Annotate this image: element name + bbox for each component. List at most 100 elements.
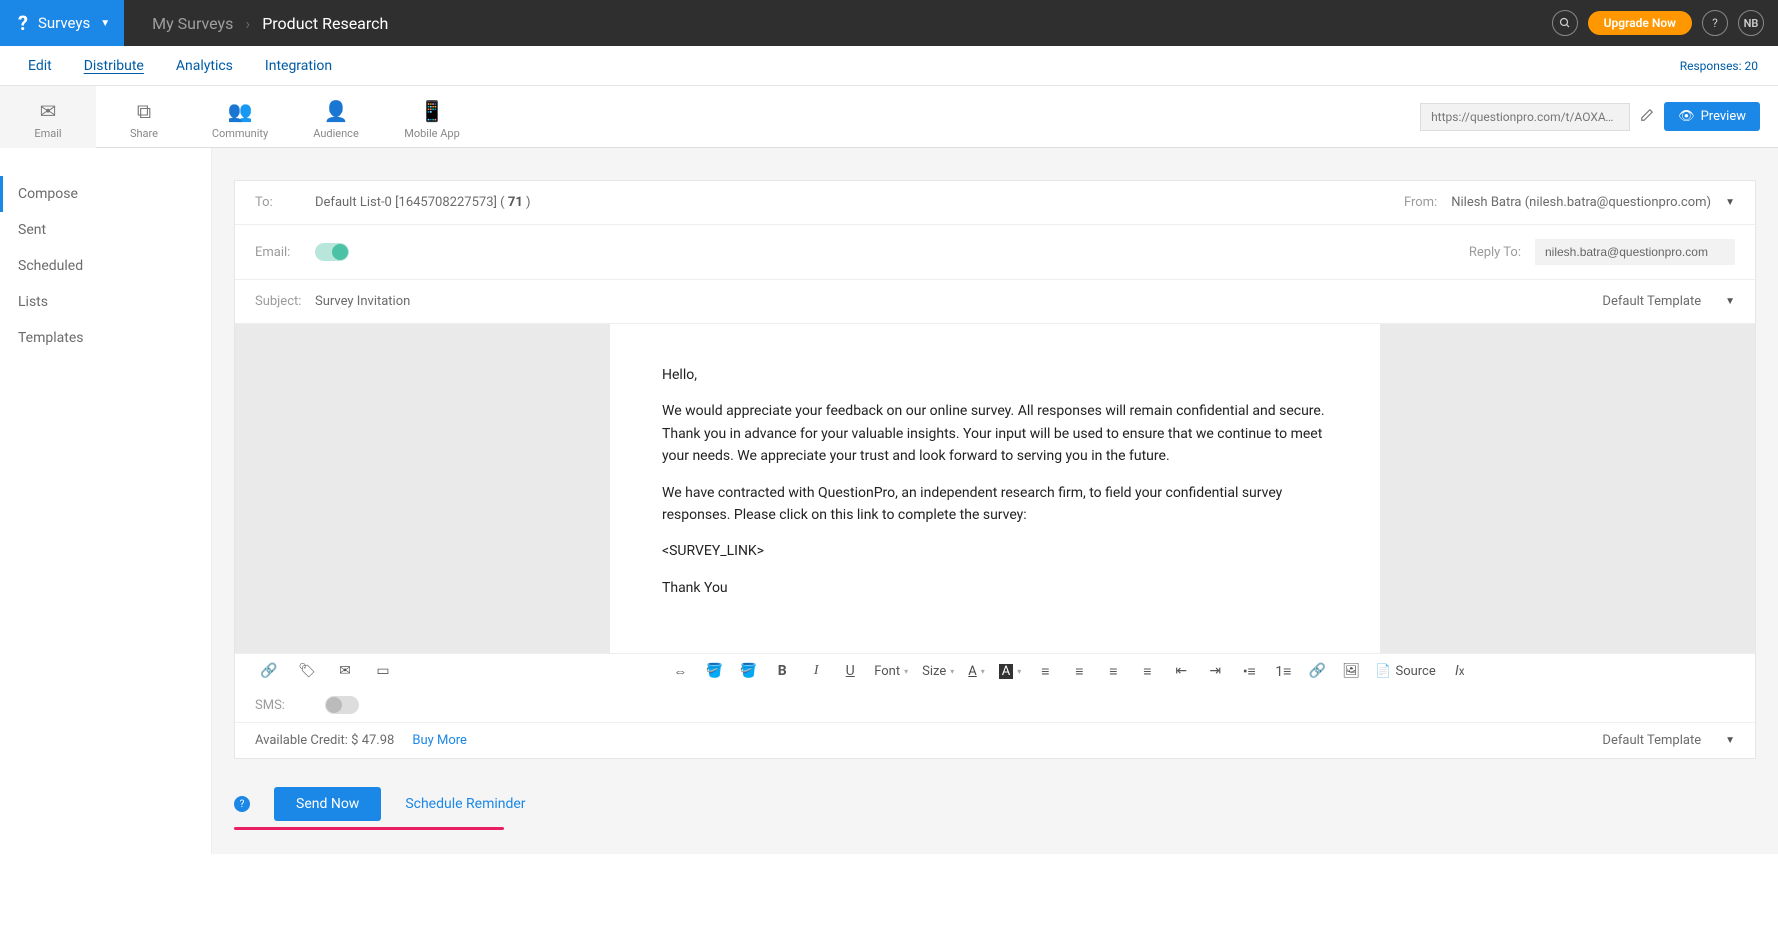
bg-color-dropdown[interactable]: A▾ [999,664,1022,679]
dist-tab-community-label: Community [212,127,268,140]
insert-link-icon[interactable]: 🔗 [1307,661,1327,681]
email-toggle-label: Email: [255,245,315,260]
to-label: To: [255,195,315,210]
image-icon[interactable]: 🖼 [1341,661,1361,681]
sidebar-item-scheduled[interactable]: Scheduled [0,248,211,284]
tag-icon[interactable]: 🏷 [297,661,317,681]
dist-tab-community[interactable]: 👥 Community [192,86,288,148]
help-button[interactable]: ? [1702,10,1728,36]
size-dropdown[interactable]: Size▾ [922,664,954,679]
dist-tab-audience-label: Audience [313,127,359,140]
responses-count[interactable]: Responses: 20 [1680,59,1766,73]
eye-icon: 👁 [1678,109,1695,124]
search-button[interactable] [1552,10,1578,36]
bold-icon[interactable]: B [772,661,792,681]
question-icon: ? [1712,16,1718,30]
from-label: From: [1404,195,1437,210]
envelope-icon: ✉ [40,99,57,123]
buy-more-link[interactable]: Buy More [412,733,467,748]
tab-integration[interactable]: Integration [249,58,348,74]
preview-button[interactable]: 👁 Preview [1664,102,1760,131]
from-dropdown[interactable]: ▼ [1725,197,1735,208]
email-body-editor[interactable]: Hello, We would appreciate your feedback… [610,324,1380,653]
tab-distribute[interactable]: Distribute [68,58,160,74]
align-justify-icon[interactable]: ≡ [1137,661,1157,681]
preview-label: Preview [1701,109,1746,124]
template-value: Default Template [1602,294,1701,309]
mail-icon[interactable]: ✉ [335,661,355,681]
sms-toggle[interactable] [325,696,359,714]
outdent-icon[interactable]: ⇤ [1171,661,1191,681]
sidebar-item-compose[interactable]: Compose [0,176,211,212]
subject-value[interactable]: Survey Invitation [315,294,410,309]
paint-fill-icon[interactable]: 🪣 [704,661,724,681]
template-icon[interactable]: ▭ [373,661,393,681]
from-value: Nilesh Batra (nilesh.batra@questionpro.c… [1451,195,1711,210]
send-now-button[interactable]: Send Now [274,787,381,821]
link-icon[interactable]: 🔗 [259,661,279,681]
body-link: <SURVEY_LINK> [662,540,1328,562]
to-value[interactable]: Default List-0 [1645708227573] ( 71 ) [315,195,531,210]
user-avatar[interactable]: NB [1738,10,1764,36]
breadcrumb: My Surveys › Product Research [124,14,388,33]
underline-icon[interactable]: U [840,661,860,681]
highlight-underline [234,827,504,830]
indent-icon[interactable]: ⇥ [1205,661,1225,681]
replyto-input[interactable] [1535,239,1735,265]
body-signoff: Thank You [662,577,1328,599]
breadcrumb-current: Product Research [262,14,388,33]
dist-tab-email-label: Email [34,127,61,140]
brand-label: Surveys [38,14,90,32]
compose-card: To: Default List-0 [1645708227573] ( 71 … [234,180,1756,759]
tab-edit[interactable]: Edit [12,58,68,74]
community-icon: 👥 [228,99,253,123]
align-left-icon[interactable]: ≡ [1035,661,1055,681]
text-color-dropdown[interactable]: A▾ [968,664,985,679]
caret-down-icon: ▼ [1725,296,1735,307]
search-icon [1559,17,1571,29]
dist-tab-email[interactable]: ✉ Email [0,86,96,148]
replyto-label: Reply To: [1469,245,1521,260]
dist-tab-share[interactable]: ⧉ Share [96,86,192,148]
align-right-icon[interactable]: ≡ [1103,661,1123,681]
audience-icon: 👤 [324,99,349,123]
source-button[interactable]: 📄Source [1375,664,1435,679]
app-logo-icon: ? [18,11,28,35]
editor-body: Hello, We would appreciate your feedback… [235,324,1755,653]
bullet-list-icon[interactable]: •≡ [1239,661,1259,681]
caret-down-icon: ▼ [100,18,110,29]
dist-tab-share-label: Share [130,127,158,140]
email-toggle[interactable] [315,243,349,261]
upgrade-button[interactable]: Upgrade Now [1588,11,1692,35]
paint-fill-inv-icon[interactable]: 🪣 [738,661,758,681]
dist-tab-audience[interactable]: 👤 Audience [288,86,384,148]
edit-url-button[interactable] [1640,108,1654,126]
sms-template-dropdown[interactable]: Default Template ▼ [1602,733,1735,748]
template-dropdown[interactable]: Default Template ▼ [1602,294,1735,309]
caret-down-icon: ▼ [1725,735,1735,746]
align-center-icon[interactable]: ≡ [1069,661,1089,681]
tab-analytics[interactable]: Analytics [160,58,249,74]
pencil-icon [1640,108,1654,122]
help-icon[interactable]: ? [234,796,250,812]
dist-tab-mobile-label: Mobile App [404,127,460,140]
font-dropdown[interactable]: Font▾ [874,664,908,679]
sidebar-item-sent[interactable]: Sent [0,212,211,248]
number-list-icon[interactable]: 1≡ [1273,661,1293,681]
rte-toolbar: 🔗 🏷 ✉ ▭ ⇔ 🪣 🪣 B I U Font▾ Size▾ A▾ A▾ [235,653,1755,688]
breadcrumb-parent[interactable]: My Surveys [152,14,233,33]
share-icon: ⧉ [137,99,151,123]
body-p2: We have contracted with QuestionPro, an … [662,482,1328,527]
brand-surveys-menu[interactable]: ? Surveys ▼ [0,0,124,46]
italic-icon[interactable]: I [806,661,826,681]
sidebar-item-lists[interactable]: Lists [0,284,211,320]
sidebar-item-templates[interactable]: Templates [0,320,211,356]
dist-tab-mobile[interactable]: 📱 Mobile App [384,86,480,148]
body-p1: We would appreciate your feedback on our… [662,400,1328,467]
survey-url-input[interactable]: https://questionpro.com/t/AOXAyZrIjI [1420,103,1630,131]
expand-icon[interactable]: ⇔ [670,661,690,681]
mobile-icon: 📱 [420,99,445,123]
schedule-reminder-link[interactable]: Schedule Reminder [405,796,525,812]
clear-format-icon[interactable]: Ix [1450,661,1470,681]
chevron-right-icon: › [245,14,250,33]
